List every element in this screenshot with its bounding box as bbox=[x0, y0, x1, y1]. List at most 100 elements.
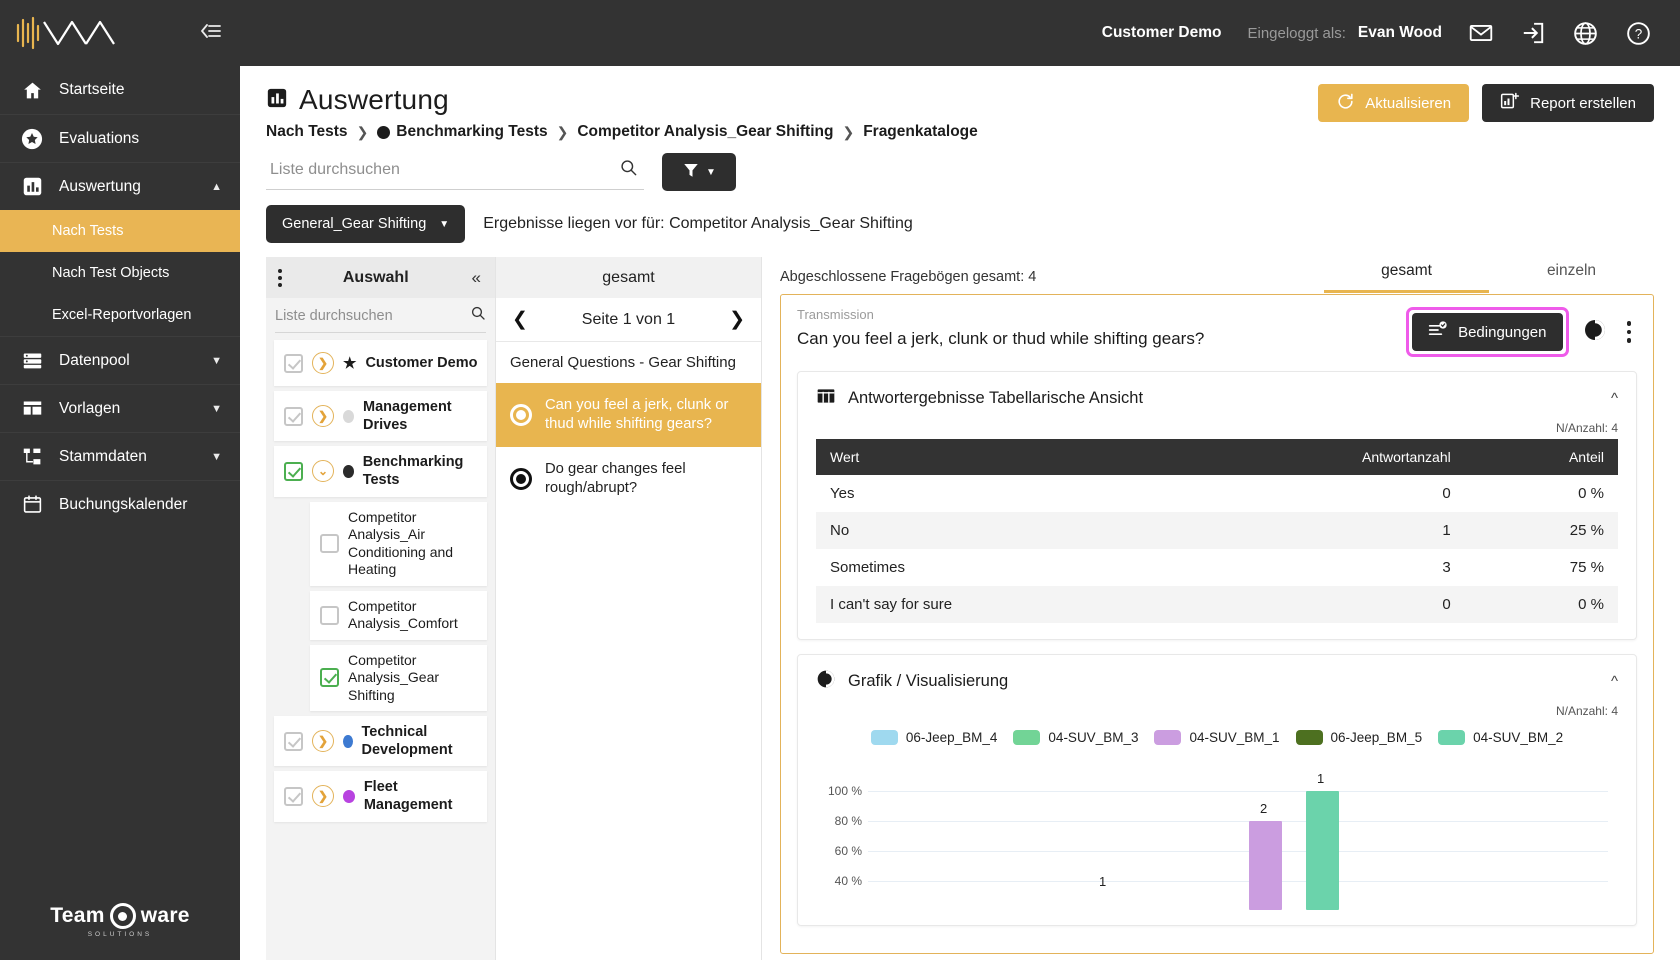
chevron-up-icon[interactable]: ^ bbox=[1611, 673, 1618, 690]
chevron-down-icon[interactable]: ⌄ bbox=[312, 460, 334, 483]
y-tick-60: 60 % bbox=[834, 844, 862, 858]
tree-node-benchmarking-tests[interactable]: ⌄ Benchmarking Tests bbox=[274, 446, 487, 497]
chevron-down-icon[interactable]: ▼ bbox=[211, 451, 222, 463]
sidebar-item-startseite[interactable]: Startseite bbox=[0, 66, 240, 114]
chevron-down-icon[interactable]: ▼ bbox=[211, 403, 222, 415]
tree-node-competitor-comfort[interactable]: Competitor Analysis_Comfort bbox=[310, 590, 487, 640]
tree-node-competitor-air-conditioning[interactable]: Competitor Analysis_Air Conditioning and… bbox=[310, 501, 487, 586]
kebab-menu-icon[interactable] bbox=[274, 265, 286, 291]
panels-container: Auswahl « ❯ ★ Custo bbox=[266, 257, 1654, 960]
breadcrumb-item-1[interactable]: Benchmarking Tests bbox=[377, 123, 548, 141]
sidebar-item-excel-reportvorlagen[interactable]: Excel-Reportvorlagen bbox=[0, 294, 240, 336]
globe-icon[interactable] bbox=[1572, 20, 1599, 47]
sidebar-label: Datenpool bbox=[59, 351, 130, 369]
catalog-dropdown[interactable]: General_Gear Shifting ▼ bbox=[266, 205, 466, 243]
filter-button[interactable]: ▼ bbox=[662, 153, 736, 191]
radio-selected-icon bbox=[510, 403, 532, 426]
selection-panel-header: Auswahl « bbox=[266, 257, 495, 298]
checkbox-icon[interactable] bbox=[284, 731, 303, 751]
chevron-right-icon[interactable]: ❯ bbox=[312, 405, 334, 428]
chart-add-icon bbox=[1500, 91, 1520, 115]
question-category: Transmission bbox=[797, 307, 874, 322]
sidebar-item-buchungskalender[interactable]: Buchungskalender bbox=[0, 480, 240, 528]
table-header-row: Wert Antwortanzahl Anteil bbox=[816, 439, 1618, 475]
tab-einzeln[interactable]: einzeln bbox=[1489, 262, 1654, 293]
breadcrumb-item-0[interactable]: Nach Tests bbox=[266, 123, 348, 141]
chevron-up-icon[interactable]: ▲ bbox=[211, 181, 222, 193]
page-content: Auswertung Nach Tests ❯ Benchmarking Tes… bbox=[240, 66, 1680, 960]
legend-label: 06-Jeep_BM_5 bbox=[1330, 730, 1423, 745]
refresh-button[interactable]: Aktualisieren bbox=[1318, 84, 1470, 122]
sidebar: Startseite Evaluations Auswertung ▲ Nach… bbox=[0, 0, 240, 960]
legend-label: 04-SUV_BM_1 bbox=[1189, 730, 1280, 745]
double-chevron-left-icon[interactable]: « bbox=[466, 268, 487, 288]
chart-view-title: Grafik / Visualisierung bbox=[848, 672, 1009, 690]
gridline-60 bbox=[868, 851, 1608, 852]
selection-search-input[interactable] bbox=[275, 307, 435, 324]
topbar: Customer Demo Eingeloggt als: Evan Wood … bbox=[240, 0, 1680, 66]
help-icon[interactable]: ? bbox=[1625, 20, 1652, 47]
sidebar-item-nach-tests[interactable]: Nach Tests bbox=[0, 210, 240, 252]
conditions-button[interactable]: Bedingungen bbox=[1412, 313, 1563, 351]
kebab-menu-icon[interactable] bbox=[1621, 318, 1638, 346]
mail-icon[interactable] bbox=[1468, 20, 1494, 46]
results-panel: Abgeschlossene Fragebögen gesamt: 4 Tran… bbox=[762, 257, 1654, 960]
selection-search-field[interactable] bbox=[275, 305, 486, 333]
table-row: Sometimes 3 75 % bbox=[816, 549, 1618, 586]
sidebar-item-auswertung[interactable]: Auswertung ▲ bbox=[0, 162, 240, 210]
chevron-left-icon[interactable]: ❮ bbox=[512, 308, 528, 331]
question-panel: gesamt ❮ Seite 1 von 1 ❯ General Questio… bbox=[495, 257, 762, 960]
logout-icon[interactable] bbox=[1520, 20, 1546, 46]
chevron-right-icon[interactable]: ❯ bbox=[312, 352, 334, 374]
pie-chart-icon[interactable] bbox=[1583, 318, 1607, 347]
question-item-0[interactable]: Can you feel a jerk, clunk or thud while… bbox=[496, 383, 761, 447]
sidebar-item-datenpool[interactable]: Datenpool ▼ bbox=[0, 336, 240, 384]
chevron-up-icon[interactable]: ^ bbox=[1611, 390, 1618, 407]
chevron-right-icon[interactable]: ❯ bbox=[312, 730, 334, 753]
list-search-field[interactable] bbox=[266, 154, 644, 190]
chevron-right-icon[interactable]: ❯ bbox=[729, 308, 745, 331]
tree-node-label: Competitor Analysis_Comfort bbox=[348, 597, 458, 632]
tree-node-fleet-management[interactable]: ❯ Fleet Management bbox=[274, 771, 487, 822]
search-input[interactable] bbox=[270, 161, 600, 179]
tab-gesamt[interactable]: gesamt bbox=[1324, 262, 1489, 293]
search-icon[interactable] bbox=[619, 158, 638, 182]
cell-anteil: 0 % bbox=[1578, 485, 1604, 502]
teamware-logo: Team ware SOLUTIONS bbox=[50, 903, 190, 938]
breadcrumb-item-2[interactable]: Competitor Analysis_Gear Shifting bbox=[577, 123, 833, 141]
tree-node-management-drives[interactable]: ❯ Management Drives bbox=[274, 391, 487, 442]
company-logo-icon bbox=[14, 13, 124, 53]
sidebar-item-nach-test-objects[interactable]: Nach Test Objects bbox=[0, 252, 240, 294]
checkbox-icon[interactable] bbox=[284, 406, 303, 426]
tree-node-label: Customer Demo bbox=[365, 354, 478, 371]
tree-node-customer-demo[interactable]: ❯ ★ Customer Demo bbox=[274, 340, 487, 386]
table-view-title: Antwortergebnisse Tabellarische Ansicht bbox=[848, 389, 1144, 407]
create-report-button[interactable]: Report erstellen bbox=[1482, 84, 1654, 122]
tree-node-label: Fleet Management bbox=[363, 779, 453, 814]
tree-node-competitor-gear-shifting[interactable]: Competitor Analysis_Gear Shifting bbox=[310, 644, 487, 711]
question-item-label: Do gear changes feel rough/abrupt? bbox=[545, 460, 686, 496]
checkbox-icon[interactable] bbox=[284, 786, 303, 806]
checkbox-icon[interactable] bbox=[284, 353, 303, 373]
y-tick-40: 40 % bbox=[834, 874, 862, 888]
tree-node-technical-development[interactable]: ❯ Technical Development bbox=[274, 716, 487, 767]
checkbox-icon[interactable] bbox=[320, 668, 339, 688]
breadcrumb-separator: ❯ bbox=[556, 123, 569, 140]
checkbox-icon[interactable] bbox=[284, 461, 303, 481]
chevron-down-icon: ▼ bbox=[439, 218, 450, 230]
sidebar-footer: Team ware SOLUTIONS bbox=[0, 903, 240, 938]
checkbox-icon[interactable] bbox=[320, 605, 339, 625]
chevron-right-icon[interactable]: ❯ bbox=[312, 785, 334, 808]
cell-anteil: 75 % bbox=[1569, 559, 1604, 576]
sidebar-item-evaluations[interactable]: Evaluations bbox=[0, 114, 240, 162]
checkbox-icon[interactable] bbox=[320, 534, 339, 553]
breadcrumb-item-3[interactable]: Fragenkataloge bbox=[863, 123, 978, 141]
chevron-down-icon[interactable]: ▼ bbox=[211, 355, 222, 367]
question-item-1[interactable]: Do gear changes feel rough/abrupt? bbox=[496, 447, 761, 511]
sidebar-item-stammdaten[interactable]: Stammdaten ▼ bbox=[0, 432, 240, 480]
sidebar-item-vorlagen[interactable]: Vorlagen ▼ bbox=[0, 384, 240, 432]
sidebar-collapse-icon[interactable] bbox=[198, 21, 222, 46]
status-dot-icon bbox=[343, 734, 353, 748]
search-icon[interactable] bbox=[470, 305, 486, 326]
star-icon: ★ bbox=[343, 355, 357, 372]
